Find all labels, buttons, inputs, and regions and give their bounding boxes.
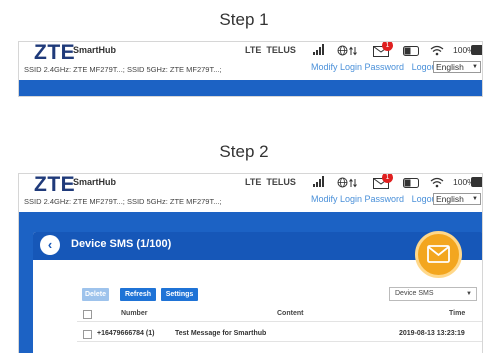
sms-badge: 1 bbox=[382, 174, 393, 183]
product-name: SmartHub bbox=[73, 177, 117, 187]
header-links: Modify Login Password Logout bbox=[311, 194, 444, 204]
language-value: English bbox=[436, 62, 464, 72]
sms-compose-button[interactable] bbox=[415, 231, 462, 278]
chevron-down-icon: ▼ bbox=[466, 291, 472, 297]
header-links: Modify Login Password Logout bbox=[311, 62, 444, 72]
modify-password-link[interactable]: Modify Login Password bbox=[311, 62, 404, 72]
back-arrow-icon: ‹ bbox=[47, 237, 53, 252]
top-header: ZTE SmartHub SSID 2.4GHz: ZTE MF279T...;… bbox=[19, 42, 482, 80]
step1-title: Step 1 bbox=[219, 10, 269, 29]
sms-source-select[interactable]: Device SMS ▼ bbox=[389, 287, 477, 301]
zte-logo[interactable]: ZTE bbox=[34, 42, 75, 65]
row-divider bbox=[77, 341, 482, 342]
chevron-down-icon: ▼ bbox=[472, 196, 478, 202]
modify-password-link[interactable]: Modify Login Password bbox=[311, 194, 404, 204]
select-all-checkbox[interactable] bbox=[83, 310, 92, 319]
wifi-icon bbox=[430, 177, 444, 188]
ssid-info: SSID 2.4GHz: ZTE MF279T...; SSID 5GHz: Z… bbox=[24, 65, 222, 74]
row-checkbox[interactable] bbox=[83, 330, 92, 339]
header-divider bbox=[77, 321, 482, 322]
network-status: LTE TELUS bbox=[245, 177, 296, 187]
delete-button[interactable]: Delete bbox=[82, 288, 109, 301]
signal-icon bbox=[313, 44, 325, 55]
sim-icon bbox=[403, 46, 419, 56]
message-number: +16479666784 (1) bbox=[97, 330, 155, 337]
back-button[interactable]: ‹ bbox=[40, 235, 60, 255]
sms-source-value: Device SMS bbox=[395, 290, 434, 297]
carrier-name: TELUS bbox=[266, 177, 296, 187]
column-number: Number bbox=[121, 310, 148, 317]
globe-icon bbox=[337, 177, 348, 188]
globe-icon bbox=[337, 45, 348, 56]
transfer-arrows-icon bbox=[349, 46, 357, 56]
step1-screenshot: ZTE SmartHub SSID 2.4GHz: ZTE MF279T...;… bbox=[18, 41, 483, 97]
wifi-icon bbox=[430, 45, 444, 56]
sms-badge: 1 bbox=[382, 42, 393, 51]
nav-bar bbox=[19, 80, 482, 96]
language-value: English bbox=[436, 194, 464, 204]
carrier-name: TELUS bbox=[266, 45, 296, 55]
refresh-button[interactable]: Refresh bbox=[120, 288, 156, 301]
page-title: Device SMS (1/100) bbox=[71, 238, 172, 250]
column-content: Content bbox=[277, 310, 304, 317]
language-select[interactable]: English ▼ bbox=[433, 61, 481, 73]
message-time: 2019-08-13 13:23:19 bbox=[399, 330, 465, 337]
network-type: LTE bbox=[245, 45, 262, 55]
signal-icon bbox=[313, 176, 325, 187]
column-time: Time bbox=[449, 310, 466, 317]
ssid-info: SSID 2.4GHz: ZTE MF279T...; SSID 5GHz: Z… bbox=[24, 197, 222, 206]
step2-title: Step 2 bbox=[219, 142, 269, 161]
step2-screenshot: ZTE SmartHub SSID 2.4GHz: ZTE MF279T...;… bbox=[18, 173, 483, 353]
chevron-down-icon: ▼ bbox=[472, 64, 478, 70]
battery-icon bbox=[471, 45, 482, 55]
sim-icon bbox=[403, 178, 419, 188]
network-status: LTE TELUS bbox=[245, 45, 296, 55]
top-header: ZTE SmartHub SSID 2.4GHz: ZTE MF279T...;… bbox=[19, 174, 482, 212]
product-name: SmartHub bbox=[73, 45, 117, 55]
envelope-icon bbox=[427, 245, 450, 263]
transfer-arrows-icon bbox=[349, 178, 357, 188]
network-type: LTE bbox=[245, 177, 262, 187]
zte-logo[interactable]: ZTE bbox=[34, 174, 75, 197]
language-select[interactable]: English ▼ bbox=[433, 193, 481, 205]
settings-button[interactable]: Settings bbox=[161, 288, 198, 301]
message-content: Test Message for Smarthub bbox=[175, 330, 267, 337]
battery-icon bbox=[471, 177, 482, 187]
